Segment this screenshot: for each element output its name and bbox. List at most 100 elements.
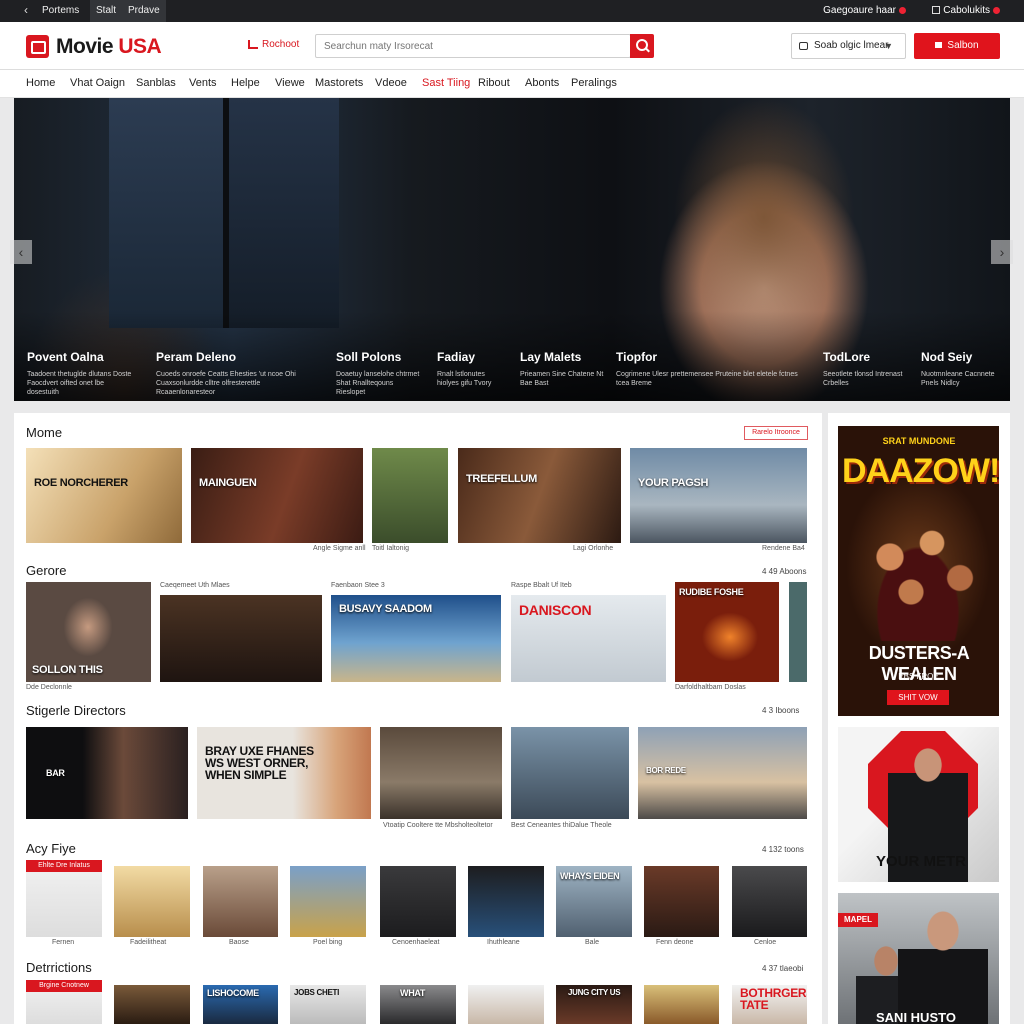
movie-thumbnail[interactable]: MAINGUEN xyxy=(191,448,363,543)
carousel-prev-button[interactable]: ‹ xyxy=(10,240,32,264)
movie-thumbnail[interactable]: BOR REDE xyxy=(638,727,807,819)
sign-in-button[interactable]: Salbon xyxy=(914,33,1000,59)
movie-thumbnail[interactable]: BRAY UXE FHANES WS WEST ORNER, WHEN SIMP… xyxy=(197,727,371,819)
search-button[interactable] xyxy=(630,34,654,58)
nav-item-12[interactable]: Peralings xyxy=(571,77,617,89)
movie-thumbnail[interactable]: Ehlte Dre Inlatus xyxy=(26,860,102,937)
hero-caption[interactable]: Nod Seiy Nuotmnleane Cacnnete Pnels Nidlc… xyxy=(921,350,1001,388)
thumbnail-title: ROE NORCHERER xyxy=(34,476,128,489)
hero-caption[interactable]: Soll Polons Doaetuy lanselohe chtrmet Sha… xyxy=(336,350,421,397)
ad-poster[interactable]: MAPEL SANI HUSTO xyxy=(838,893,999,1024)
movie-thumbnail[interactable]: SOLLON THIS xyxy=(26,582,151,682)
see-more-link[interactable]: 4 132 toons xyxy=(762,845,804,854)
featured-link[interactable]: Rochoot xyxy=(248,39,299,50)
back-arrow-icon[interactable]: ‹ xyxy=(24,3,28,17)
hero-caption[interactable]: TodLore Seeotlete tlonsd Intrenast Crbell… xyxy=(823,350,913,388)
movie-thumbnail[interactable] xyxy=(468,985,544,1024)
nav-item-7[interactable]: Mastorets xyxy=(315,77,363,89)
thumbnail-title: DANISCON xyxy=(519,602,592,618)
poster-kicker: SRAT MUNDONE xyxy=(882,436,956,446)
nav-item-active[interactable]: Sast Tiing xyxy=(422,77,470,89)
movie-thumbnail[interactable]: BOTHRGERS TATE xyxy=(732,985,807,1024)
thumbnail-caption: Lagi Orlonhe xyxy=(573,545,614,552)
poster-title: DAAZOW! xyxy=(842,452,999,490)
movie-thumbnail[interactable]: Brgine Cnotnew xyxy=(26,980,102,1024)
nav-item-5[interactable]: Helpe xyxy=(231,77,260,89)
search-input[interactable] xyxy=(315,34,631,58)
thumbnail-caption: Toitl Ialtonig xyxy=(372,545,409,552)
movie-thumbnail[interactable] xyxy=(160,595,322,682)
nav-item-3[interactable]: Sanblas xyxy=(136,77,176,89)
movie-thumbnail[interactable] xyxy=(203,866,278,937)
thumbnail-caption: Fenn deone xyxy=(656,939,694,946)
movie-thumbnail[interactable] xyxy=(732,866,807,937)
top-tab-2[interactable]: Stalt xyxy=(90,0,123,22)
movie-thumbnail[interactable] xyxy=(380,866,456,937)
movie-thumbnail[interactable] xyxy=(114,866,190,937)
nav-item-home[interactable]: Home xyxy=(26,77,55,89)
ad-poster[interactable]: SRAT MUNDONE DAAZOW! DUSTERS-A WEALEN EB… xyxy=(838,426,999,716)
see-more-link[interactable]: 4 37 tlaeobi xyxy=(762,964,803,973)
featured-label: Rochoot xyxy=(262,39,300,50)
movie-thumbnail[interactable] xyxy=(644,866,719,937)
nav-item-2[interactable]: Vhat Oaign xyxy=(70,77,125,89)
poster-button[interactable]: SHIT VOW xyxy=(887,690,949,705)
category-select[interactable]: Soab olgic lmear ▼ xyxy=(791,33,906,59)
site-logo[interactable]: Movie USA xyxy=(56,35,162,59)
movie-thumbnail[interactable]: RUDIBE FOSHE xyxy=(675,582,779,682)
movie-thumbnail[interactable] xyxy=(380,727,502,819)
thumbnail-badge: Ehlte Dre Inlatus xyxy=(26,860,102,872)
movie-thumbnail[interactable] xyxy=(372,448,448,543)
poster-logo: MAPEL xyxy=(838,913,878,927)
chevron-down-icon: ▼ xyxy=(884,41,893,51)
movie-thumbnail[interactable]: YOUR PAGSH xyxy=(630,448,807,543)
nav-item-10[interactable]: Ribout xyxy=(478,77,510,89)
top-bar: ‹ Portems Stalt Prdave Gaegoaure haar Ca… xyxy=(0,0,1024,22)
movie-thumbnail[interactable]: WHAYS EIDEN xyxy=(556,866,632,937)
section-title: Stigerle Directors xyxy=(26,703,126,718)
account-link[interactable]: Cabolukits xyxy=(932,5,1000,16)
movie-thumbnail[interactable]: WHAT xyxy=(380,985,456,1024)
see-more-link[interactable]: 4 3 Iboons xyxy=(762,706,799,715)
movie-thumbnail[interactable] xyxy=(644,985,719,1024)
account-label: Cabolukits xyxy=(943,5,990,16)
movie-thumbnail[interactable]: DANISCON xyxy=(511,595,666,682)
movie-thumbnail[interactable]: LISHOCOME xyxy=(203,985,278,1024)
movie-thumbnail[interactable] xyxy=(114,985,190,1024)
thumbnail-badge: Brgine Cnotnew xyxy=(26,980,102,992)
hero-caption[interactable]: Fadiay Rnalt lstlonutes hiolyes gifu Tvor… xyxy=(437,350,502,388)
nav-item-11[interactable]: Abonts xyxy=(525,77,559,89)
poster-tagline: EBS FROE xyxy=(898,672,939,681)
hero-caption[interactable]: Povent Oalna Taadoent thetuglde dlutans D… xyxy=(27,350,137,397)
movie-thumbnail[interactable] xyxy=(290,866,366,937)
top-tab-3[interactable]: Prdave xyxy=(122,0,166,22)
thumbnail-caption: Cenoenhaeleat xyxy=(392,939,440,946)
movie-thumbnail[interactable] xyxy=(468,866,544,937)
nav-item-4[interactable]: Vents xyxy=(189,77,217,89)
movie-thumbnail[interactable] xyxy=(511,727,629,819)
nav-item-6[interactable]: Viewe xyxy=(275,77,305,89)
hero-caption[interactable]: Peram Deleno Cuoeds onroefe Ceatts Ehesti… xyxy=(156,350,316,397)
thumbnail-title: BUSAVY SAADOM xyxy=(339,603,432,615)
top-tab-1[interactable]: Portems xyxy=(36,0,85,22)
logo-icon[interactable] xyxy=(26,35,49,58)
thumbnail-title: BAR xyxy=(46,768,65,778)
see-more-button[interactable]: Rarelo Itroonce xyxy=(744,426,808,440)
nav-item-8[interactable]: Vdeoe xyxy=(375,77,407,89)
movie-thumbnail[interactable]: ROE NORCHERER xyxy=(26,448,182,543)
top-right-link[interactable]: Gaegoaure haar xyxy=(823,5,906,16)
carousel-next-button[interactable]: › xyxy=(991,240,1013,264)
movie-thumbnail[interactable]: BUSAVY SAADOM xyxy=(331,595,501,682)
see-more-link[interactable]: 4 49 Aboons xyxy=(762,567,806,576)
bag-icon xyxy=(932,6,941,15)
movie-thumbnail[interactable]: JUNG CITY US xyxy=(556,985,632,1024)
movie-thumbnail[interactable]: TREEFELLUM xyxy=(458,448,621,543)
ad-poster[interactable]: YOUR METR xyxy=(838,727,999,882)
hero-caption-desc: Seeotlete tlonsd Intrenast Crbelles xyxy=(823,371,903,387)
chart-icon xyxy=(248,39,258,49)
hero-caption[interactable]: Tiopfor Cogrimene Ulesr prettemensee Prut… xyxy=(616,350,806,388)
movie-thumbnail[interactable]: BAR xyxy=(26,727,188,819)
movie-thumbnail[interactable]: JOBS CHETI xyxy=(290,985,366,1024)
movie-thumbnail[interactable] xyxy=(789,582,807,682)
hero-caption[interactable]: Lay Malets Prieamen Sine Chatene Nt Bae B… xyxy=(520,350,605,388)
